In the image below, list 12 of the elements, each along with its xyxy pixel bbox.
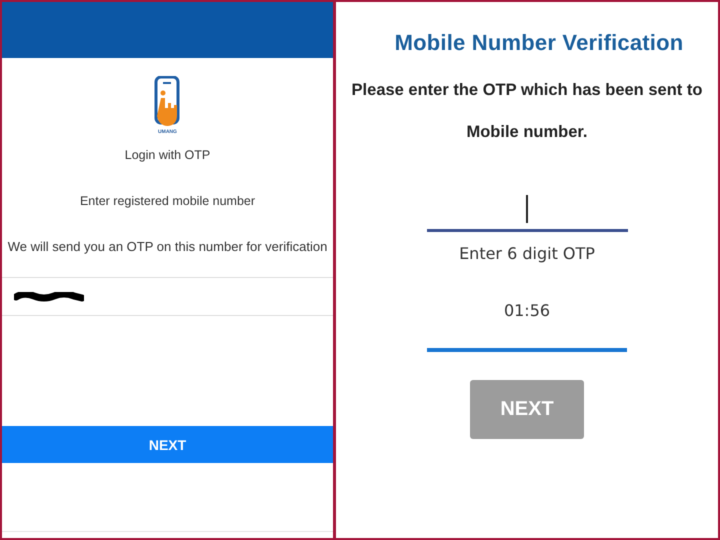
note-text: We will send you an OTP on this number for verification: [6, 239, 328, 255]
login-heading: Login with OTP: [124, 147, 212, 163]
hand-phone-icon: [154, 76, 182, 128]
instruction-text: Mobile number.: [466, 122, 588, 142]
screen-title: Mobile Number Verification: [394, 30, 684, 56]
mobile-number-field[interactable]: [2, 277, 333, 316]
next-button[interactable]: NEXT: [2, 426, 333, 463]
instruction-text: Please enter the OTP which has been sent to: [352, 80, 702, 100]
countdown-timer: 01:56: [504, 301, 550, 320]
otp-field-label: Enter 6 digit OTP: [459, 244, 595, 263]
otp-input-field[interactable]: [426, 194, 628, 232]
prompt-text: Enter registered mobile number: [78, 193, 256, 209]
